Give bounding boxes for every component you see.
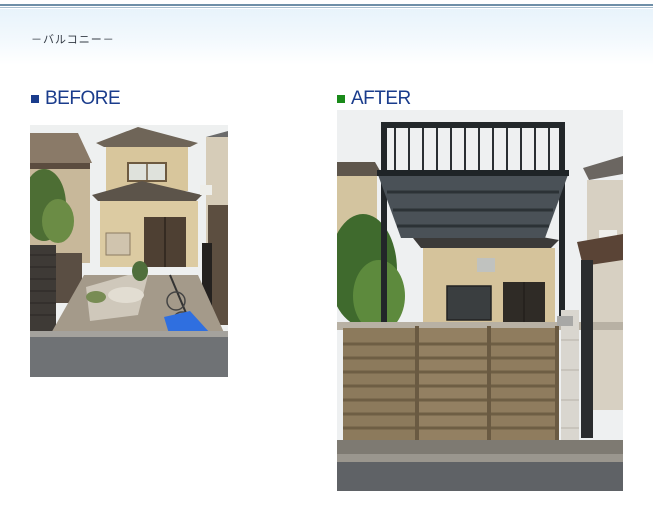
header-rule-dark bbox=[0, 4, 653, 6]
square-bullet-icon bbox=[337, 95, 345, 103]
after-section-label: AFTER bbox=[337, 88, 411, 110]
before-label-text: BEFORE bbox=[45, 88, 121, 109]
before-section-label: BEFORE bbox=[31, 88, 121, 110]
after-label-text: AFTER bbox=[351, 88, 411, 109]
before-photo bbox=[30, 125, 228, 377]
page-title: －バルコニー－ bbox=[31, 33, 115, 46]
header-rule-light bbox=[0, 7, 653, 8]
after-photo bbox=[337, 110, 623, 491]
square-bullet-icon bbox=[31, 95, 39, 103]
